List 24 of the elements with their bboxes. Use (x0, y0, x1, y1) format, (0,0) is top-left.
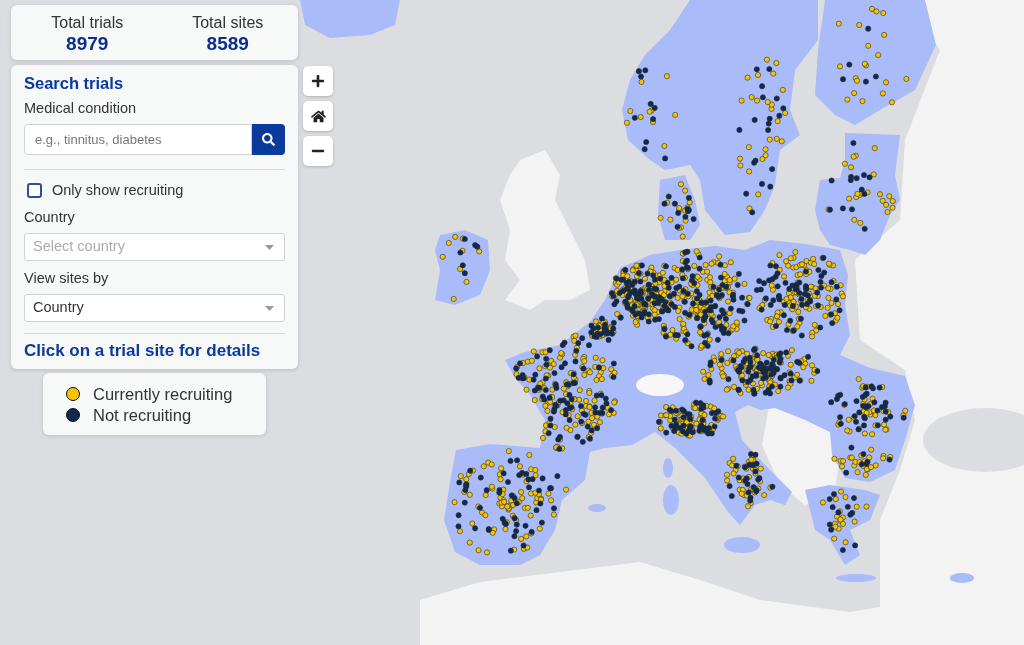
search-button[interactable] (252, 124, 285, 155)
stat-label: Total sites (192, 13, 264, 33)
home-button[interactable] (303, 101, 333, 131)
caret-icon (265, 244, 274, 250)
field-label: Medical condition (24, 99, 137, 118)
stat-label: Total trials (51, 13, 124, 33)
condition-input[interactable]: e.g., tinnitus, diabetes (24, 124, 252, 155)
caret-icon (265, 305, 274, 311)
zoom-in-button[interactable] (303, 66, 333, 96)
legend-label: Currently recruiting (93, 383, 233, 404)
checkbox[interactable] (27, 182, 42, 198)
checkbox-label[interactable]: Only show recruiting (52, 180, 184, 200)
zoom-out-button[interactable] (303, 136, 333, 166)
plus-icon (311, 74, 325, 88)
stat-value: 8589 (206, 33, 249, 55)
stat-value: 8979 (66, 33, 109, 55)
legend-label: Not recruiting (93, 404, 192, 425)
panel-title: Search trials (24, 73, 124, 93)
field-label: View sites by (24, 269, 109, 288)
search-icon (262, 133, 275, 146)
hint-text: Click on a trial site for details (24, 341, 261, 361)
view-by-select[interactable]: Country (24, 294, 285, 322)
home-icon (310, 108, 326, 124)
field-label: Country (24, 208, 75, 227)
